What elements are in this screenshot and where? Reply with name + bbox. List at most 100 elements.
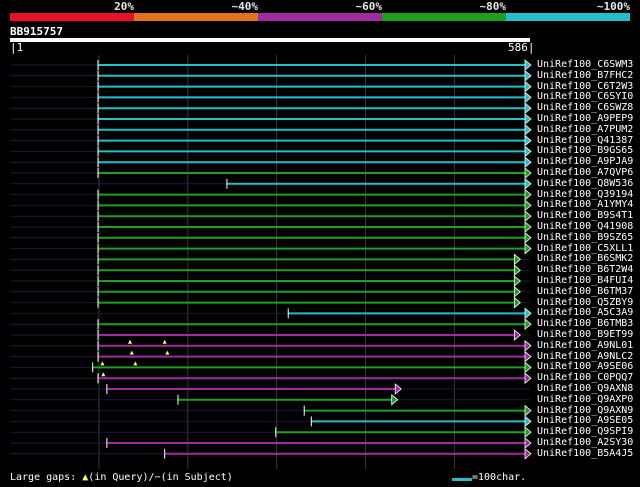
scale-bar [452, 478, 472, 481]
legend-swatch-cyan [506, 13, 630, 21]
scale-label: =100char. [472, 472, 527, 483]
hit-link[interactable]: UniRef100_C6SYI0 [537, 91, 633, 102]
hit-link[interactable]: UniRef100_A7PUM2 [537, 124, 633, 135]
hit-link[interactable]: UniRef100_A9PEP9 [537, 113, 633, 124]
hit-link[interactable]: UniRef100_A7QVP6 [537, 167, 633, 178]
gaps-label: Large gaps: [10, 472, 77, 483]
hit-link[interactable]: UniRef100_Q9SPI9 [537, 426, 633, 437]
legend-swatch-purple [258, 13, 382, 21]
hit-link[interactable]: UniRef100_B6TMB3 [537, 318, 633, 329]
hit-link[interactable]: UniRef100_B9GS65 [537, 145, 633, 156]
hit-arrow [524, 242, 532, 255]
hit-arrow [513, 285, 521, 298]
hit-link[interactable]: UniRef100_Q9AXP0 [537, 394, 633, 405]
hit-link[interactable]: UniRef100_B9SZ65 [537, 232, 633, 243]
hit-arrow [524, 145, 532, 158]
hit-arrow [513, 329, 521, 341]
hit-link[interactable]: UniRef100_B9ET99 [537, 329, 633, 340]
query-start-label: 1 [16, 41, 24, 54]
hit-arrow [524, 113, 532, 125]
hit-link[interactable]: UniRef100_C5XLL1 [537, 243, 633, 254]
query-start-tick: |1 [10, 41, 24, 54]
legend-label-80: ~80% [479, 0, 507, 13]
hit-link[interactable]: UniRef100_B7FHC2 [537, 70, 633, 81]
gaps-legend: Large gaps: ▲(in Query)/−(in Subject) [10, 472, 233, 483]
hit-link[interactable]: UniRef100_A5C3A9 [537, 307, 633, 318]
hit-arrow [524, 350, 532, 363]
query-bar [10, 38, 530, 42]
hit-link[interactable]: UniRef100_C0PQQ7 [537, 372, 633, 383]
hit-link[interactable]: UniRef100_A9SE06 [537, 361, 633, 372]
hit-arrow [524, 199, 532, 212]
hit-arrow [524, 361, 532, 374]
legend-label-20: 20% [114, 0, 134, 13]
query-gap-marker [162, 339, 167, 344]
hit-arrow [524, 221, 532, 233]
legend-label-100: ~100% [596, 0, 630, 13]
hit-link[interactable]: UniRef100_B6SMK2 [537, 253, 633, 264]
hit-arrow [524, 102, 532, 115]
hit-link[interactable]: UniRef100_A2SY30 [537, 437, 633, 448]
in-subject-label: (in Subject) [160, 472, 233, 483]
query-gap-marker [133, 361, 138, 366]
hit-arrow [524, 415, 532, 428]
hit-arrow [524, 339, 532, 352]
hit-arrow [524, 59, 532, 71]
hit-link[interactable]: UniRef100_B5A4J5 [537, 448, 633, 459]
hit-arrow [524, 210, 532, 223]
hit-link[interactable]: UniRef100_Q5ZBY9 [537, 297, 633, 308]
hit-link[interactable]: UniRef100_C6T2W3 [537, 81, 633, 92]
hit-link[interactable]: UniRef100_Q41387 [537, 135, 633, 146]
query-end-label: 586 [508, 41, 528, 54]
query-gap-marker [128, 339, 132, 344]
hit-link[interactable]: UniRef100_Q8W536 [537, 178, 633, 189]
hit-arrow [394, 383, 402, 395]
query-gap-marker [101, 372, 106, 377]
query-id: BB915757 [10, 25, 63, 38]
hit-arrow [524, 188, 532, 201]
hit-link[interactable]: UniRef100_B6T2W4 [537, 264, 633, 275]
hit-arrow [524, 372, 532, 385]
hit-link[interactable]: UniRef100_B6TM37 [537, 286, 633, 297]
hit-arrow [513, 296, 521, 309]
hit-arrow [524, 123, 532, 136]
hit-arrow [524, 156, 532, 169]
hit-arrow [524, 80, 532, 93]
hit-arrow [524, 426, 532, 439]
hit-link[interactable]: UniRef100_Q9AXN9 [537, 405, 633, 416]
hit-arrow [524, 447, 532, 460]
legend-swatch-red [10, 13, 134, 21]
hit-link[interactable]: UniRef100_C6SWZ8 [537, 102, 633, 113]
hit-arrow [524, 437, 532, 449]
hit-arrow [513, 253, 521, 266]
hit-arrow [524, 167, 532, 179]
hit-arrow [524, 177, 532, 190]
query-gap-marker [165, 350, 170, 355]
hit-arrow [524, 69, 532, 82]
hit-arrow [524, 404, 532, 417]
hit-arrow [524, 318, 532, 331]
hit-link[interactable]: UniRef100_C6SWM3 [537, 59, 633, 70]
hit-link[interactable]: UniRef100_Q39194 [537, 189, 633, 200]
hit-link[interactable]: UniRef100_A9SE05 [537, 415, 633, 426]
hit-link[interactable]: UniRef100_Q9AXN8 [537, 383, 633, 394]
hit-arrow [513, 275, 521, 287]
hit-link[interactable]: UniRef100_A9NL01 [537, 340, 633, 351]
query-end-tick: 586| [508, 41, 535, 54]
legend-label-60: ~60% [355, 0, 383, 13]
hit-link[interactable]: UniRef100_Q41908 [537, 221, 633, 232]
blast-overview: 20% ~40% ~60% ~80% ~100% BB915757 |1 586… [0, 0, 640, 487]
hit-arrow [524, 91, 532, 104]
hit-arrow [524, 231, 532, 244]
hit-arrow [391, 393, 399, 406]
hit-arrow [513, 264, 521, 277]
hit-link[interactable]: UniRef100_A9NLC2 [537, 351, 633, 362]
hit-arrow [524, 307, 532, 320]
hit-arrow [524, 134, 532, 147]
hit-link[interactable]: UniRef100_A1YMY4 [537, 199, 633, 210]
hit-link[interactable]: UniRef100_B4FUI4 [537, 275, 633, 286]
legend-swatch-green [382, 13, 506, 21]
hit-link[interactable]: UniRef100_A9PJA9 [537, 156, 633, 167]
legend-label-40: ~40% [231, 0, 259, 13]
hit-link[interactable]: UniRef100_B9S4T1 [537, 210, 633, 221]
